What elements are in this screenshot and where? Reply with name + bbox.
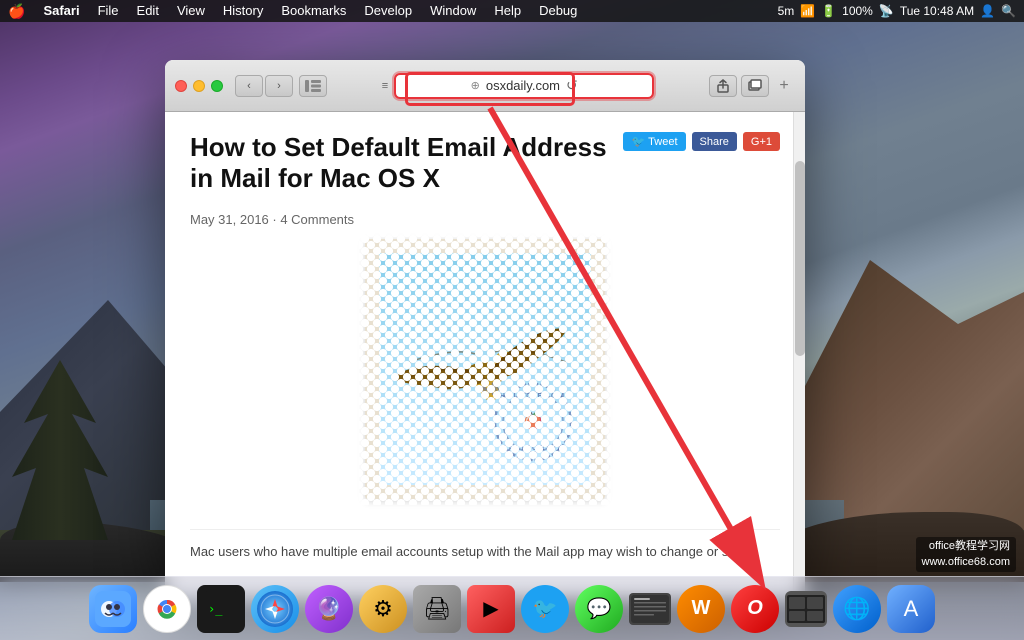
dock-messages-app[interactable]: 💬 (575, 585, 623, 633)
postmark: 🍎 HELLO FROM CALIFORNIA - - - - - (491, 380, 576, 465)
svg-text:A: A (904, 596, 919, 621)
menubar-signal-icon: 📶 (800, 4, 815, 18)
printer-icon: 🖨 (423, 596, 451, 622)
menubar-wifi-icon: 📡 (879, 4, 894, 18)
toolbar-right: + (709, 75, 795, 97)
reload-button[interactable]: ↺ (566, 77, 578, 94)
url-bar[interactable]: ⊕ osxdaily.com ↺ (394, 73, 654, 99)
mail-icon: ▶ (483, 596, 498, 621)
dock-safari[interactable] (251, 585, 299, 633)
article-meta: May 31, 2016 · 4 Comments (190, 212, 780, 227)
new-tab-button[interactable]: + (773, 75, 795, 97)
menubar-develop[interactable]: Develop (356, 0, 420, 22)
purple-app-icon: 🔮 (315, 596, 342, 622)
close-button[interactable] (175, 80, 187, 92)
url-text[interactable]: osxdaily.com (486, 78, 560, 93)
dock-opera-app[interactable]: O (731, 585, 779, 633)
browser-toolbar: ‹ › ≡ ⊕ osxdaily.com ↺ (165, 60, 805, 112)
menubar-view[interactable]: View (169, 0, 213, 22)
share-button[interactable] (709, 75, 737, 97)
menubar-items: Safari File Edit View History Bookmarks … (35, 0, 777, 22)
dock-terminal[interactable]: ›_ (197, 585, 245, 633)
stamp-sky: 🍎 HELLO FROM CALIFORNIA - - - - - (379, 253, 591, 485)
tabs-button[interactable] (741, 75, 769, 97)
stamp-image: 🍎 HELLO FROM CALIFORNIA - - - - - (365, 239, 605, 499)
menubar-battery-percent: 100% (842, 4, 873, 18)
twitter-bird-icon: 🐦 (533, 596, 558, 621)
dock-photos-app[interactable] (785, 591, 827, 627)
browser-window: ‹ › ≡ ⊕ osxdaily.com ↺ (165, 60, 805, 600)
social-buttons: 🐦 Tweet Share G+1 (623, 132, 780, 151)
forward-button[interactable]: › (265, 75, 293, 97)
watermark-line2: www.office68.com (922, 555, 1010, 570)
messages-icon: 💬 (587, 596, 612, 621)
dock-printer-app[interactable]: 🖨 (413, 585, 461, 633)
traffic-lights (175, 80, 223, 92)
reader-icon[interactable]: ≡ (382, 80, 388, 92)
facebook-share-button[interactable]: Share (692, 132, 737, 151)
watermark: office教程学习网 www.office68.com (916, 537, 1016, 572)
article-date: May 31, 2016 · 4 Comments (190, 212, 354, 227)
browser-content: How to Set Default Email Address in Mail… (165, 112, 805, 600)
stamp-image-container: 🍎 HELLO FROM CALIFORNIA - - - - - (190, 239, 780, 519)
tweet-bird-icon: 🐦 (631, 135, 645, 148)
gold-app-icon: ⚙ (373, 596, 393, 622)
watermark-line1: office教程学习网 (922, 539, 1010, 554)
menubar-edit[interactable]: Edit (129, 0, 167, 22)
tweet-label: Tweet (648, 136, 677, 148)
menubar-bookmarks[interactable]: Bookmarks (273, 0, 354, 22)
svg-text:HELLO FROM: HELLO FROM (500, 393, 566, 400)
menubar-datetime: Tue 10:48 AM (900, 4, 974, 18)
svg-text:- - - - -: - - - - - (526, 432, 540, 438)
dock-finder[interactable] (89, 585, 137, 633)
dock-notepad-app[interactable] (629, 593, 671, 625)
dock-chrome[interactable] (143, 585, 191, 633)
menubar-search-icon[interactable]: 🔍 (1001, 4, 1016, 18)
gplus-label: G+1 (751, 136, 772, 148)
dock-appstore-app[interactable]: A (887, 585, 935, 633)
back-button[interactable]: ‹ (235, 75, 263, 97)
menubar-history[interactable]: History (215, 0, 271, 22)
apple-menu[interactable]: 🍎 (8, 3, 25, 20)
dock-gold-app[interactable]: ⚙ (359, 585, 407, 633)
menubar-file[interactable]: File (90, 0, 127, 22)
url-bar-container: ≡ ⊕ osxdaily.com ↺ (333, 73, 703, 99)
sidebar-button[interactable] (299, 75, 327, 97)
scrollbar[interactable] (793, 112, 805, 600)
reload-icon: ⊕ (471, 79, 480, 92)
article-title: How to Set Default Email Address in Mail… (190, 132, 620, 194)
dock: ›_ 🔮 ⚙ 🖨 ▶ 🐦 💬 (0, 576, 1024, 640)
svg-text:CALIFORNIA: CALIFORNIA (501, 445, 564, 452)
tweet-button[interactable]: 🐦 Tweet (623, 132, 685, 151)
dock-wunderfocus-app[interactable]: W (677, 585, 725, 633)
menubar-window[interactable]: Window (422, 0, 484, 22)
dock-twitter-app[interactable]: 🐦 (521, 585, 569, 633)
opera-icon: O (747, 597, 763, 620)
menubar-time-elapsed: 5m (778, 4, 795, 18)
fb-label: Share (700, 136, 729, 148)
globe-icon: 🌐 (843, 596, 870, 622)
menubar-user-icon: 👤 (980, 4, 995, 18)
dock-globe-app[interactable]: 🌐 (833, 585, 881, 633)
article-excerpt: Mac users who have multiple email accoun… (190, 529, 780, 562)
nav-buttons: ‹ › (235, 75, 293, 97)
dock-purple-app[interactable]: 🔮 (305, 585, 353, 633)
svg-text:🍎: 🍎 (523, 411, 543, 430)
menubar-safari[interactable]: Safari (35, 0, 87, 22)
menubar: 🍎 Safari File Edit View History Bookmark… (0, 0, 1024, 22)
dock-mail-app[interactable]: ▶ (467, 585, 515, 633)
fullscreen-button[interactable] (211, 80, 223, 92)
svg-text:›_: ›_ (208, 602, 223, 616)
menubar-help[interactable]: Help (486, 0, 529, 22)
minimize-button[interactable] (193, 80, 205, 92)
wunderfocus-icon: W (692, 597, 711, 620)
menubar-battery-icon: 🔋 (821, 4, 836, 18)
menubar-right: 5m 📶 🔋 100% 📡 Tue 10:48 AM 👤 🔍 (778, 4, 1016, 18)
gplus-button[interactable]: G+1 (743, 132, 780, 151)
menubar-debug[interactable]: Debug (531, 0, 585, 22)
scrollbar-thumb[interactable] (795, 161, 805, 356)
